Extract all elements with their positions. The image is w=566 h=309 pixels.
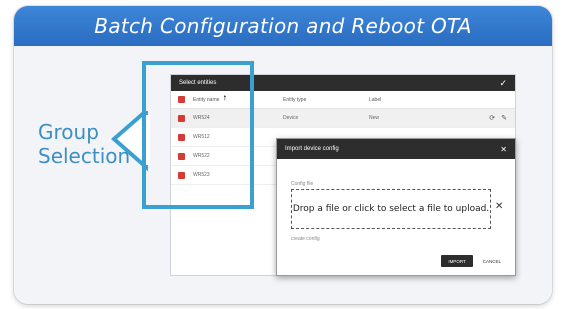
- callout-line-2: Selection: [38, 144, 131, 168]
- cancel-button[interactable]: CANCEL: [483, 259, 501, 264]
- row-actions: ⟳ ✎: [489, 114, 507, 122]
- dialog-title: Import device config: [285, 146, 339, 152]
- check-icon[interactable]: ✓: [499, 78, 507, 89]
- dialog-header: Import device config ✕: [277, 139, 515, 159]
- close-icon[interactable]: ✕: [500, 145, 507, 154]
- group-selection-label: Group Selection: [38, 120, 148, 168]
- column-header-type[interactable]: Entity type: [283, 97, 369, 103]
- import-button[interactable]: IMPORT: [441, 255, 473, 267]
- import-config-dialog: Import device config ✕ Config file Drop …: [276, 138, 516, 276]
- group-selection-highlight: [142, 61, 254, 209]
- field-label: Config file: [291, 181, 314, 187]
- entity-label: New: [369, 115, 380, 121]
- file-dropzone[interactable]: Drop a file or click to select a file to…: [291, 189, 491, 229]
- dropzone-text: Drop a file or click to select a file to…: [292, 204, 490, 214]
- column-header-label[interactable]: Label: [369, 97, 515, 103]
- dialog-footer: IMPORT CANCEL: [441, 255, 501, 267]
- banner: Batch Configuration and Reboot OTA: [14, 6, 552, 46]
- edit-icon[interactable]: ✎: [501, 114, 507, 122]
- clear-file-icon[interactable]: ✕: [495, 201, 503, 212]
- callout-line-1: Group: [38, 120, 99, 144]
- refresh-icon[interactable]: ⟳: [489, 114, 495, 122]
- entity-type: Device: [283, 115, 299, 121]
- banner-title: Batch Configuration and Reboot OTA: [94, 14, 472, 38]
- field-hint: create config: [291, 236, 320, 242]
